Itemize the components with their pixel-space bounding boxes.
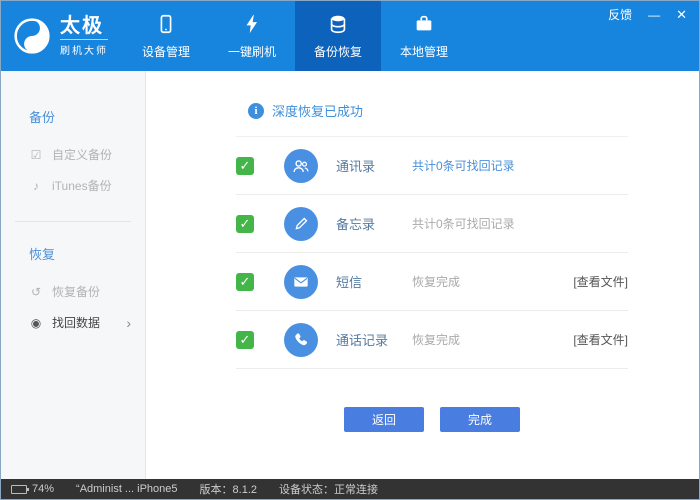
status-banner: i 深度恢复已成功 <box>236 99 628 137</box>
logo-title: 太极 <box>60 15 104 37</box>
target-icon: ◉ <box>30 315 42 330</box>
device-name: “Administ ... iPhone5 <box>76 483 178 495</box>
sidebar-section-backup: 备份 <box>29 110 56 125</box>
sidebar-item-itunes-backup[interactable]: ♪ iTunes备份 <box>1 170 145 201</box>
tab-backup-restore[interactable]: 备份恢复 <box>295 1 381 71</box>
result-list: ✓ 通讯录 共计0条可找回记录 ✓ 备忘录 共计0条可找回记录 ✓ 短信 恢复完… <box>236 137 628 369</box>
view-files-link[interactable]: [查看文件] <box>573 331 628 348</box>
taiji-logo-icon <box>13 17 51 55</box>
app-body: 备份 ☑ 自定义备份 ♪ iTunes备份 恢复 ↺ 恢复备份 ◉ 找回数据 › <box>1 71 699 479</box>
battery-icon <box>11 484 29 494</box>
phone-call-icon <box>284 322 318 357</box>
sidebar-item-retrieve-data[interactable]: ◉ 找回数据 › <box>1 307 145 338</box>
tab-label: 本地管理 <box>399 45 448 59</box>
app-logo: 太极 刷机大师 <box>1 1 123 71</box>
item-status: 恢复完成 <box>412 333 461 347</box>
list-item-call-log: ✓ 通话记录 恢复完成 [查看文件] <box>236 311 628 369</box>
sidebar-item-restore-backup[interactable]: ↺ 恢复备份 <box>1 276 145 307</box>
minimize-button[interactable]: — <box>648 9 660 21</box>
item-label: 短信 <box>336 275 363 290</box>
logo-subtitle: 刷机大师 <box>60 39 108 57</box>
briefcase-icon <box>413 12 435 36</box>
info-icon: i <box>248 102 264 119</box>
tab-label: 备份恢复 <box>313 45 362 59</box>
battery-percent: 74% <box>32 483 55 495</box>
banner-text: 深度恢复已成功 <box>272 104 364 119</box>
item-label: 通话记录 <box>336 333 389 348</box>
item-label: 备忘录 <box>336 217 376 232</box>
sidebar-section-restore: 恢复 <box>29 247 56 262</box>
list-item-sms: ✓ 短信 恢复完成 [查看文件] <box>236 253 628 311</box>
sidebar-item-custom-backup[interactable]: ☑ 自定义备份 <box>1 139 145 170</box>
close-button[interactable]: ✕ <box>676 8 687 21</box>
tab-device-management[interactable]: 设备管理 <box>123 1 209 71</box>
sidebar-item-label: 找回数据 <box>52 316 101 330</box>
tab-label: 设备管理 <box>141 45 190 59</box>
sidebar: 备份 ☑ 自定义备份 ♪ iTunes备份 恢复 ↺ 恢复备份 ◉ 找回数据 › <box>1 71 146 479</box>
list-item-contacts: ✓ 通讯录 共计0条可找回记录 <box>236 137 628 195</box>
sidebar-item-label: 恢复备份 <box>52 285 101 299</box>
logo-text: 太极 刷机大师 <box>60 15 108 57</box>
sidebar-item-label: iTunes备份 <box>52 179 112 193</box>
checkbox-checked[interactable]: ✓ <box>236 214 254 233</box>
tab-local-management[interactable]: 本地管理 <box>381 1 467 71</box>
header: 太极 刷机大师 设备管理 一键刷机 备份恢复 本地管理 反馈 — ✕ <box>1 1 699 71</box>
contacts-icon <box>284 148 318 183</box>
database-icon <box>327 12 349 36</box>
list-item-memos: ✓ 备忘录 共计0条可找回记录 <box>236 195 628 253</box>
checkbox-square-icon: ☑ <box>30 147 42 162</box>
checkbox-checked[interactable]: ✓ <box>236 156 254 175</box>
chevron-right-icon: › <box>126 314 131 331</box>
restore-arrow-icon: ↺ <box>30 284 42 299</box>
sms-envelope-icon <box>284 264 318 299</box>
checkbox-checked[interactable]: ✓ <box>236 272 254 291</box>
item-label: 通讯录 <box>336 159 376 174</box>
sidebar-item-label: 自定义备份 <box>52 148 113 162</box>
flash-icon <box>241 12 263 36</box>
done-button[interactable]: 完成 <box>440 407 520 432</box>
memo-pencil-icon <box>284 206 318 241</box>
feedback-link[interactable]: 反馈 <box>608 9 632 21</box>
action-buttons: 返回 完成 <box>236 407 628 432</box>
battery-indicator: 74% <box>11 483 54 495</box>
app-window: 太极 刷机大师 设备管理 一键刷机 备份恢复 本地管理 反馈 — ✕ 备份 ☑ … <box>0 0 700 500</box>
status-bar: 74% “Administ ... iPhone5 版本：8.1.2 设备状态：… <box>1 479 699 499</box>
main-content: i 深度恢复已成功 ✓ 通讯录 共计0条可找回记录 ✓ 备忘录 共计0条可找回记… <box>146 71 699 479</box>
back-button[interactable]: 返回 <box>344 407 424 432</box>
window-controls: 反馈 — ✕ <box>608 8 687 21</box>
nav-tabs: 设备管理 一键刷机 备份恢复 本地管理 <box>123 1 467 71</box>
item-status: 共计0条可找回记录 <box>412 217 515 231</box>
music-note-icon: ♪ <box>33 178 39 193</box>
item-status: 恢复完成 <box>412 275 461 289</box>
connection-status: 设备状态：正常连接 <box>279 484 378 496</box>
sidebar-divider <box>15 221 131 222</box>
version-label: 版本：8.1.2 <box>199 484 257 496</box>
view-files-link[interactable]: [查看文件] <box>573 273 628 290</box>
tab-label: 一键刷机 <box>227 45 276 59</box>
tab-one-key-flash[interactable]: 一键刷机 <box>209 1 295 71</box>
checkbox-checked[interactable]: ✓ <box>236 330 254 349</box>
item-status: 共计0条可找回记录 <box>412 159 515 173</box>
device-icon <box>155 12 177 36</box>
